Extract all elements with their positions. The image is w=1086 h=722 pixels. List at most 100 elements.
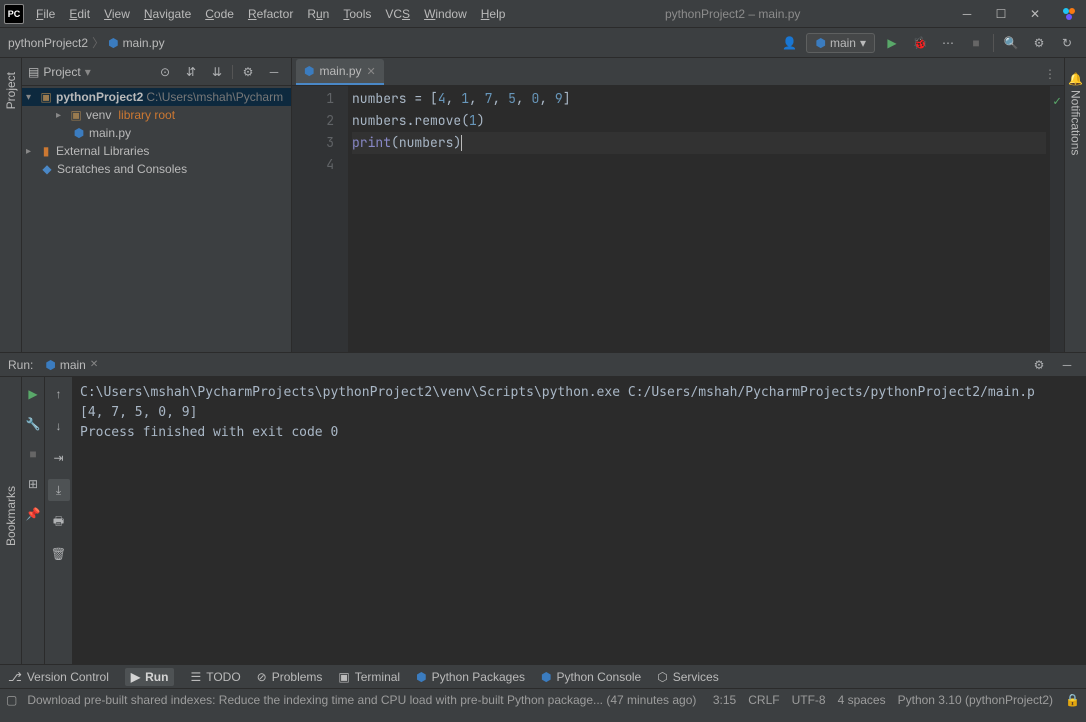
python-icon: ⬢ [416, 670, 426, 684]
caret-position[interactable]: 3:15 [713, 693, 736, 707]
project-tool-tab[interactable]: Project [1, 66, 21, 115]
run-output[interactable]: C:\Users\mshah\PycharmProjects\pythonPro… [72, 377, 1086, 664]
line-separator[interactable]: CRLF [748, 693, 779, 707]
tab-python-console[interactable]: ⬢Python Console [541, 670, 641, 684]
encoding[interactable]: UTF-8 [792, 693, 826, 707]
run-config-selector[interactable]: ⬢ main ▾ [806, 33, 875, 53]
updates-button[interactable]: ↻ [1056, 32, 1078, 54]
maximize-button[interactable]: ☐ [988, 4, 1014, 24]
folder-icon: ▣ [69, 108, 83, 122]
rerun-button[interactable]: ▶ [22, 383, 44, 405]
menu-run[interactable]: Run [301, 4, 335, 24]
minimize-button[interactable]: ─ [954, 4, 980, 24]
close-tab-icon[interactable]: ✕ [367, 65, 376, 78]
panel-settings-icon[interactable]: ⚙ [237, 61, 259, 83]
menu-navigate[interactable]: Navigate [138, 4, 197, 24]
tree-venv[interactable]: ▸ ▣ venv library root [22, 106, 291, 124]
run-button[interactable]: ▶ [881, 32, 903, 54]
breadcrumb: pythonProject2 〉 ⬢ main.py [8, 34, 165, 51]
up-icon[interactable]: ↑ [48, 383, 70, 405]
project-panel-header: ▤ Project ▾ ⊙ ⇵ ⇊ ⚙ ─ [22, 58, 291, 86]
code-editor[interactable]: numbers = [4, 1, 7, 5, 0, 9] numbers.rem… [348, 86, 1050, 352]
menu-file[interactable]: File [30, 4, 61, 24]
python-file-icon: ⬢ [108, 36, 118, 50]
toolbox-icon[interactable] [1056, 4, 1082, 24]
check-icon[interactable]: ✓ [1050, 86, 1064, 112]
python-file-icon: ⬢ [304, 64, 314, 78]
menu-vcs[interactable]: VCS [379, 4, 416, 24]
project-tree: ▾ ▣ pythonProject2 C:\Users\mshah\Pychar… [22, 86, 291, 180]
tree-project-root[interactable]: ▾ ▣ pythonProject2 C:\Users\mshah\Pychar… [22, 88, 291, 106]
tab-run[interactable]: ▶Run [125, 668, 175, 686]
wrench-icon[interactable]: 🔧 [22, 413, 44, 435]
add-user-icon[interactable]: 👤 [778, 32, 800, 54]
run-settings-icon[interactable]: ⚙ [1028, 354, 1050, 376]
python-icon: ⬢ [45, 358, 55, 372]
editor-tab-main[interactable]: ⬢ main.py ✕ [296, 59, 384, 85]
chevron-right-icon: 〉 [92, 34, 104, 51]
editor-tab-label: main.py [319, 64, 361, 78]
print-icon[interactable]: 🖶 [48, 511, 70, 533]
clear-icon[interactable]: 🗑 [48, 543, 70, 565]
run-panel-label: Run: [8, 358, 33, 372]
scroll-end-icon[interactable]: ⤓ [48, 479, 70, 501]
indent-settings[interactable]: 4 spaces [838, 693, 886, 707]
bell-icon: 🔔 [1069, 72, 1083, 87]
tree-scratches[interactable]: ◆ Scratches and Consoles [22, 160, 291, 178]
notifications-tool-tab[interactable]: 🔔 Notifications [1066, 66, 1086, 161]
tab-problems[interactable]: ⊘Problems [257, 670, 323, 684]
warning-icon: ⊘ [257, 670, 267, 684]
run-more-button[interactable]: ⋯ [937, 32, 959, 54]
collapse-all-icon[interactable]: ⇊ [206, 61, 228, 83]
bookmarks-tool-tab[interactable]: Bookmarks [1, 480, 21, 552]
down-icon[interactable]: ↓ [48, 415, 70, 437]
tab-todo[interactable]: ☰TODO [190, 670, 240, 684]
panel-hide-icon[interactable]: ─ [263, 61, 285, 83]
tab-terminal[interactable]: ▣Terminal [338, 670, 400, 684]
tree-main-file[interactable]: ⬢ main.py [22, 124, 291, 142]
menu-code[interactable]: Code [199, 4, 240, 24]
chevron-right-icon: ▸ [26, 146, 36, 157]
tab-python-packages[interactable]: ⬢Python Packages [416, 670, 525, 684]
menu-edit[interactable]: Edit [63, 4, 96, 24]
settings-button[interactable]: ⚙ [1028, 32, 1050, 54]
navigation-bar: pythonProject2 〉 ⬢ main.py 👤 ⬢ main ▾ ▶ … [0, 28, 1086, 58]
debug-button[interactable]: 🐞 [909, 32, 931, 54]
breadcrumb-file[interactable]: main.py [123, 36, 165, 50]
chevron-down-icon: ▾ [860, 36, 866, 50]
menu-refactor[interactable]: Refactor [242, 4, 299, 24]
pycharm-logo-icon: PC [4, 4, 24, 24]
expand-all-icon[interactable]: ⇵ [180, 61, 202, 83]
stop-button[interactable]: ■ [22, 443, 44, 465]
close-icon[interactable]: ✕ [90, 359, 98, 370]
close-window-button[interactable]: ✕ [1022, 4, 1048, 24]
interpreter[interactable]: Python 3.10 (pythonProject2) [898, 693, 1053, 707]
line-gutter: 1 2 3 4 [292, 86, 348, 352]
tree-external-libs[interactable]: ▸ ▮ External Libraries [22, 142, 291, 160]
soft-wrap-icon[interactable]: ⇥ [48, 447, 70, 469]
run-tab-main[interactable]: ⬢ main ✕ [39, 356, 104, 374]
status-menu-icon[interactable]: ▢ [6, 693, 17, 707]
pin-button[interactable]: 📌 [22, 503, 44, 525]
layout-button[interactable]: ⊞ [22, 473, 44, 495]
stop-button[interactable]: ■ [965, 32, 987, 54]
run-tool-window: Run: ⬢ main ✕ ⚙ ─ Structure Bookmarks ▶ … [0, 352, 1086, 664]
menu-tools[interactable]: Tools [337, 4, 377, 24]
editor: ⬢ main.py ✕ ⋮ 1 2 3 4 numbers = [4, 1, 7… [292, 58, 1064, 352]
main-menu: File Edit View Navigate Code Refactor Ru… [30, 4, 511, 24]
tab-version-control[interactable]: ⎇Version Control [8, 670, 109, 684]
editor-tab-menu[interactable]: ⋮ [1036, 63, 1064, 85]
hide-panel-icon[interactable]: ─ [1056, 354, 1078, 376]
menu-view[interactable]: View [98, 4, 136, 24]
status-message[interactable]: Download pre-built shared indexes: Reduc… [27, 693, 703, 707]
locate-icon[interactable]: ⊙ [154, 61, 176, 83]
breadcrumb-project[interactable]: pythonProject2 [8, 36, 88, 50]
output-line: C:\Users\mshah\PycharmProjects\pythonPro… [80, 383, 1078, 403]
menu-window[interactable]: Window [418, 4, 473, 24]
search-button[interactable]: 🔍 [1000, 32, 1022, 54]
run-action-rail-1: ▶ 🔧 ■ ⊞ 📌 [22, 377, 44, 664]
tab-services[interactable]: ⬡Services [657, 670, 719, 684]
menu-help[interactable]: Help [475, 4, 512, 24]
lock-icon[interactable]: 🔒 [1065, 693, 1080, 707]
chevron-down-icon[interactable]: ▾ [85, 65, 91, 79]
